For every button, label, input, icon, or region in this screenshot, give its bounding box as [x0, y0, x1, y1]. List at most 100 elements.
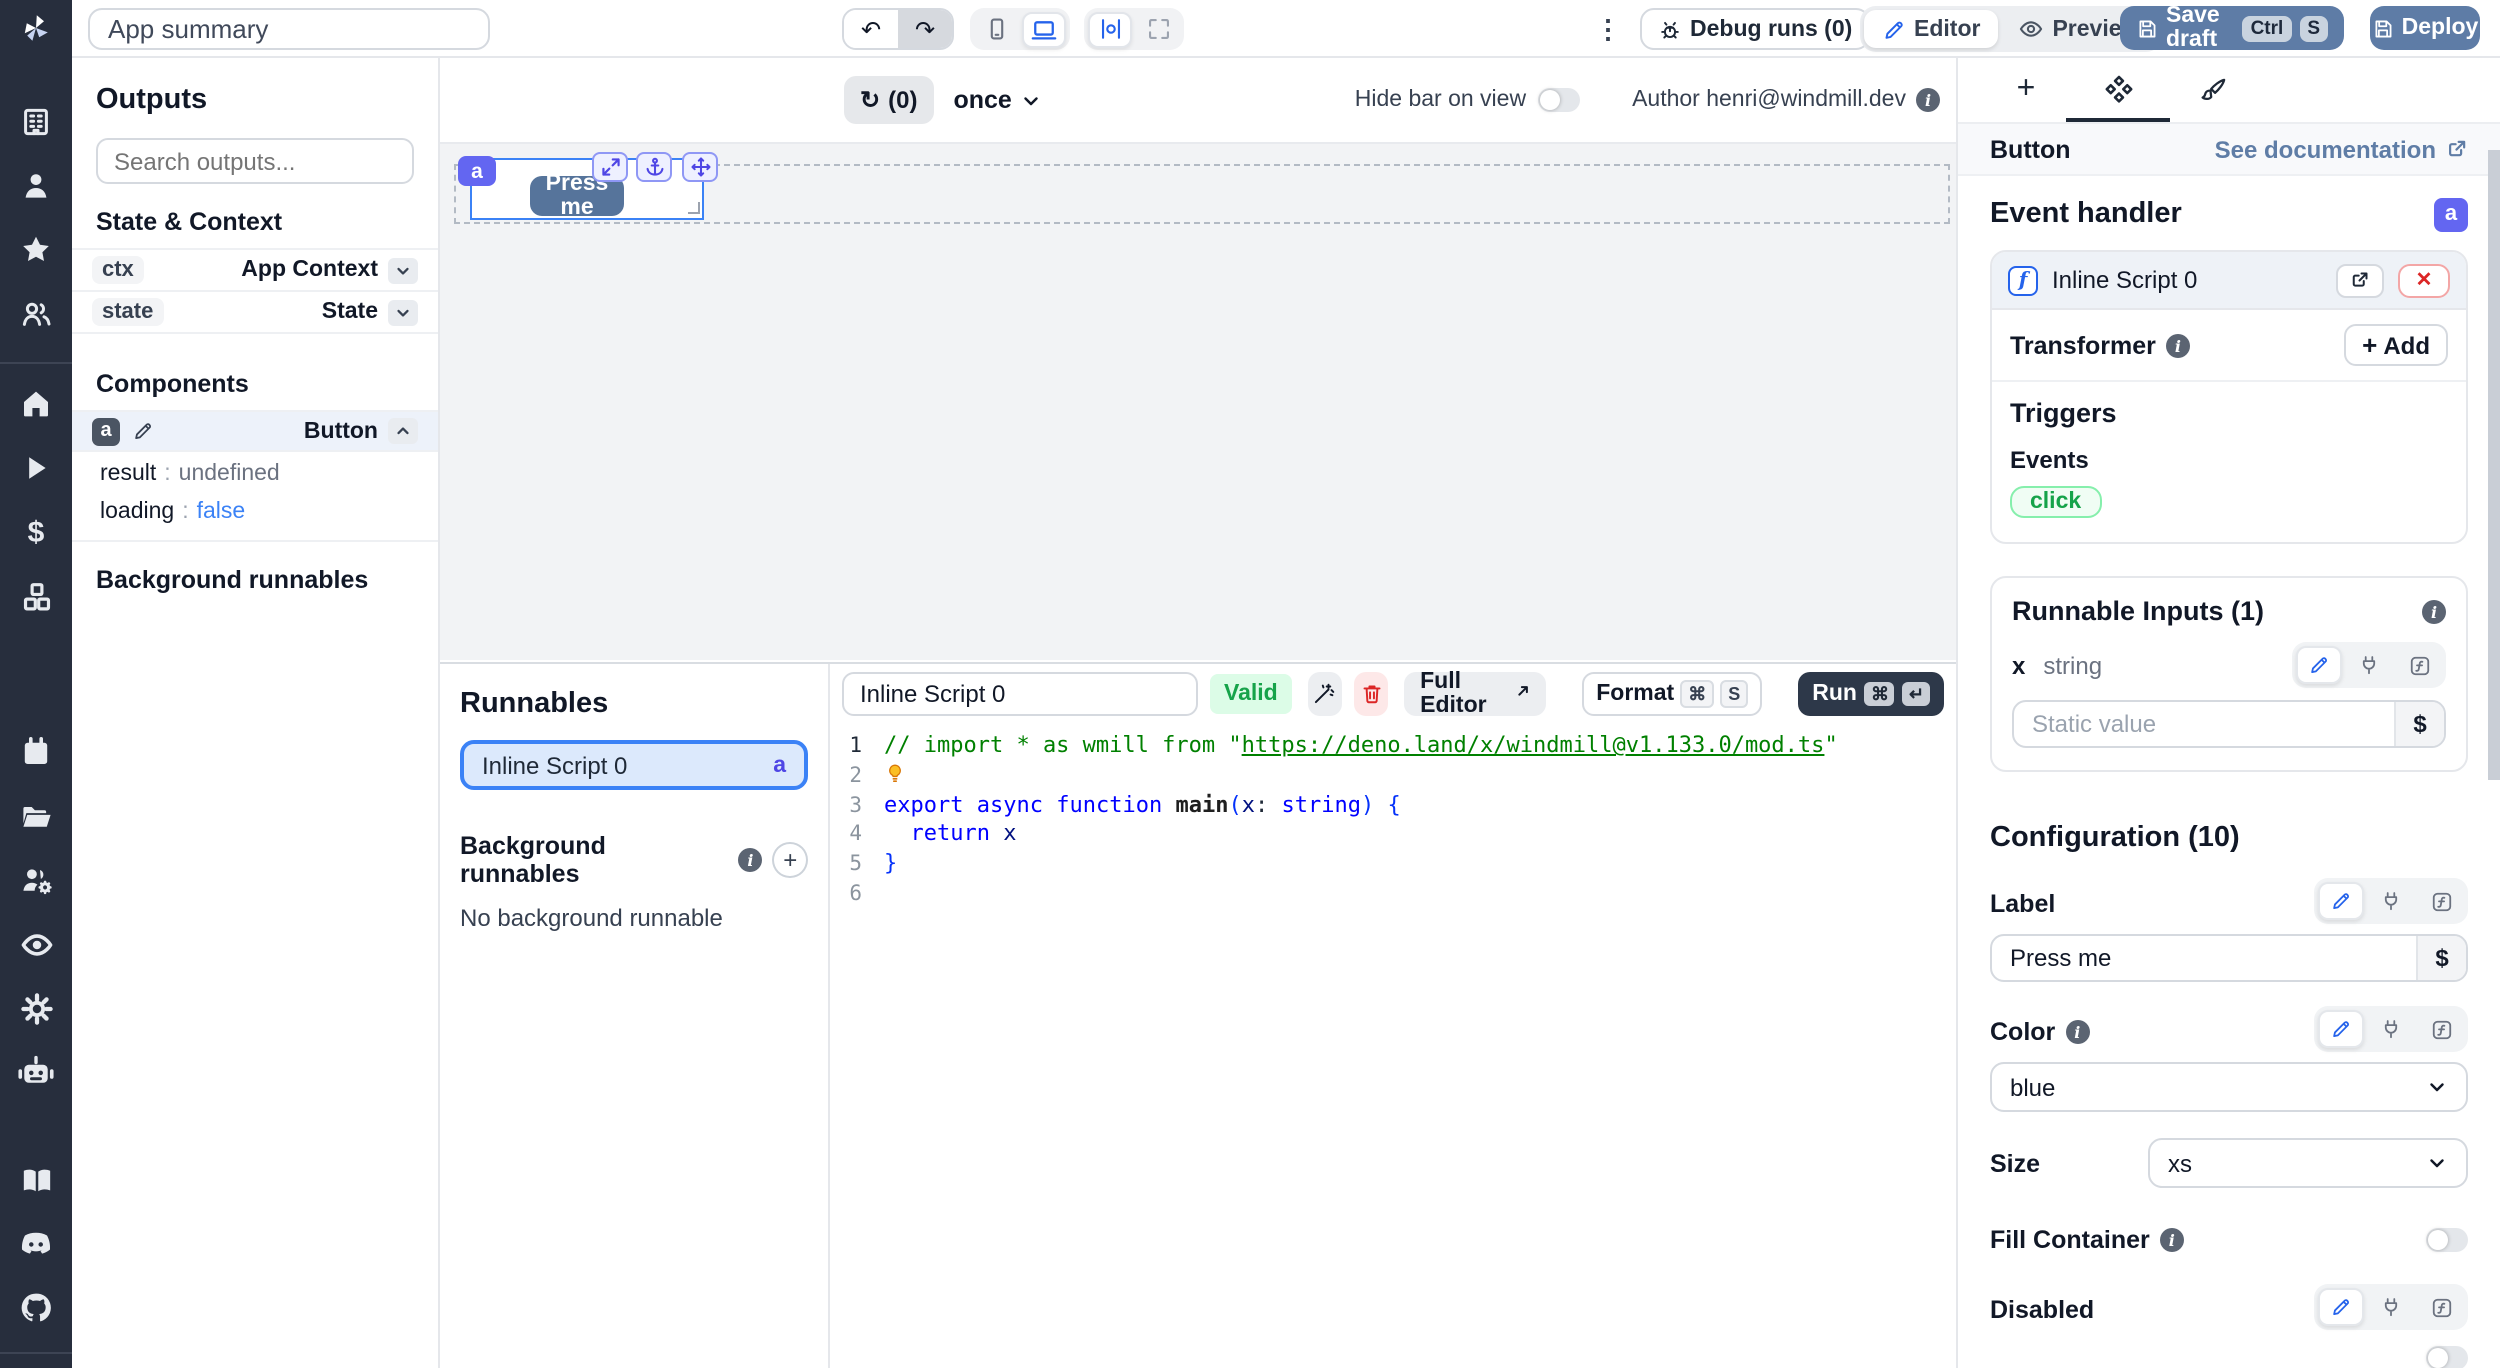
code-lines[interactable]: 1// import * as wmill from "https://deno…	[830, 722, 1956, 1368]
dollar-template-button[interactable]: $	[2394, 702, 2444, 746]
schedule-dropdown[interactable]: once	[953, 86, 1041, 114]
fullwidth-layout-button[interactable]	[1136, 11, 1180, 47]
discord-icon[interactable]	[16, 1224, 56, 1264]
static-mode-button[interactable]	[2318, 1010, 2364, 1048]
fill-container-toggle[interactable]	[2426, 1228, 2468, 1252]
outputs-search-input[interactable]	[98, 147, 412, 175]
app-summary-input[interactable]	[88, 8, 490, 50]
calendar-icon[interactable]	[16, 732, 56, 772]
static-mode-button[interactable]	[2318, 882, 2364, 920]
runnable-inputs-info-icon[interactable]: i	[2422, 599, 2446, 623]
triggers-title: Triggers	[2010, 398, 2448, 428]
save-draft-button[interactable]: Save draft Ctrl S	[2120, 6, 2344, 50]
ai-assist-button[interactable]	[1308, 671, 1342, 715]
dollar-icon[interactable]: $	[16, 512, 56, 552]
size-select[interactable]: xs	[2148, 1138, 2468, 1188]
deploy-button[interactable]: Deploy	[2370, 6, 2480, 50]
users-icon[interactable]	[16, 294, 56, 334]
expand-component-button[interactable]	[592, 152, 628, 182]
static-mode-button[interactable]	[2296, 646, 2342, 684]
runnable-inputs-title: Runnable Inputs (1)	[2012, 596, 2264, 626]
transformer-info-icon[interactable]: i	[2166, 333, 2190, 357]
tab-component-settings[interactable]	[2066, 58, 2170, 122]
lightbulb-icon[interactable]	[884, 762, 908, 786]
add-background-runnable-button[interactable]: +	[772, 842, 808, 878]
eye-icon[interactable]	[16, 924, 56, 964]
ctx-expand-button[interactable]	[388, 257, 418, 283]
move-component-button[interactable]	[682, 152, 718, 182]
anchor-component-button[interactable]	[636, 152, 672, 182]
state-expand-button[interactable]	[388, 299, 418, 325]
eval-mode-button[interactable]	[2418, 882, 2464, 920]
star-icon[interactable]	[16, 230, 56, 270]
eval-mode-button[interactable]	[2396, 646, 2442, 684]
connect-mode-button[interactable]	[2346, 646, 2392, 684]
connect-mode-button[interactable]	[2368, 1288, 2414, 1326]
hide-bar-toggle[interactable]	[1538, 88, 1580, 112]
eval-mode-button[interactable]	[2418, 1288, 2464, 1326]
press-me-button[interactable]: Press me	[530, 176, 624, 216]
full-editor-button[interactable]: Full Editor	[1404, 671, 1546, 715]
mobile-view-button[interactable]	[974, 11, 1018, 47]
tab-insert-component[interactable]: +	[1986, 58, 2066, 122]
desktop-view-button[interactable]	[1022, 11, 1066, 47]
format-button[interactable]: Format ⌘ S	[1582, 671, 1762, 715]
eval-mode-button[interactable]	[2418, 1010, 2464, 1048]
label-value-input[interactable]	[1992, 944, 2416, 972]
add-transformer-button[interactable]: + Add	[2344, 324, 2448, 366]
top-bar: ↶ ↷	[0, 0, 2500, 58]
panel-scrollbar[interactable]	[2488, 150, 2500, 780]
script-name-input[interactable]	[842, 671, 1198, 715]
robot-icon[interactable]	[16, 1052, 56, 1092]
runnable-item-inline-script-0[interactable]: Inline Script 0 a	[460, 740, 808, 790]
delete-script-button[interactable]	[1354, 671, 1388, 715]
tab-editor[interactable]: Editor	[1864, 10, 1998, 48]
tab-styling[interactable]	[2170, 58, 2258, 122]
center-layout-button[interactable]	[1088, 11, 1132, 47]
component-a-row[interactable]: a Button	[72, 410, 438, 452]
gear-icon[interactable]	[16, 988, 56, 1028]
code-line-5[interactable]: 5}	[830, 850, 1956, 880]
connect-mode-button[interactable]	[2368, 882, 2414, 920]
refresh-runnables-button[interactable]: ↻ (0)	[844, 76, 933, 124]
background-runnables-info-icon[interactable]: i	[738, 848, 762, 872]
debug-runs-button[interactable]: Debug runs (0)	[1640, 8, 1870, 50]
code-line-1[interactable]: 1// import * as wmill from "https://deno…	[830, 732, 1956, 762]
static-value-input[interactable]	[2014, 710, 2394, 738]
run-button[interactable]: Run ⌘ ↵	[1798, 671, 1944, 715]
connect-mode-button[interactable]	[2368, 1010, 2414, 1048]
home-icon[interactable]	[16, 384, 56, 424]
code-line-2[interactable]: 2	[830, 762, 1956, 792]
author-info-icon[interactable]: i	[1916, 88, 1940, 112]
windmill-logo-icon[interactable]	[0, 0, 72, 57]
code-line-3[interactable]: 3export async function main(x: string) {	[830, 791, 1956, 821]
user-icon[interactable]	[16, 166, 56, 206]
ctx-row[interactable]: ctx App Context	[72, 250, 438, 292]
resize-handle[interactable]	[688, 202, 700, 214]
github-icon[interactable]	[16, 1288, 56, 1328]
fill-container-info-icon[interactable]: i	[2160, 1228, 2184, 1252]
building-icon[interactable]	[16, 102, 56, 142]
book-icon[interactable]	[16, 1160, 56, 1200]
undo-button[interactable]: ↶	[844, 8, 898, 50]
play-icon[interactable]	[16, 448, 56, 488]
users-gear-icon[interactable]	[16, 860, 56, 900]
code-line-4[interactable]: 4 return x	[830, 821, 1956, 851]
state-row[interactable]: state State	[72, 292, 438, 334]
folder-open-icon[interactable]	[16, 796, 56, 836]
static-mode-button[interactable]	[2318, 1288, 2364, 1326]
disabled-toggle[interactable]	[2426, 1346, 2468, 1368]
cubes-icon[interactable]	[16, 576, 56, 616]
redo-button[interactable]: ↷	[898, 8, 952, 50]
color-info-icon[interactable]: i	[2065, 1020, 2089, 1044]
dollar-template-button[interactable]: $	[2416, 936, 2466, 980]
canvas-grid[interactable]: a Press me	[440, 144, 1956, 660]
remove-script-button[interactable]: ✕	[2398, 263, 2450, 297]
more-menu-button[interactable]: ⋮	[1594, 10, 1622, 48]
color-select[interactable]: blue	[1990, 1062, 2468, 1112]
edit-component-icon[interactable]	[132, 420, 154, 442]
see-documentation-link[interactable]: See documentation	[2215, 135, 2468, 163]
component-collapse-button[interactable]	[388, 418, 418, 444]
code-line-6[interactable]: 6	[830, 880, 1956, 910]
open-script-button[interactable]	[2336, 263, 2384, 297]
